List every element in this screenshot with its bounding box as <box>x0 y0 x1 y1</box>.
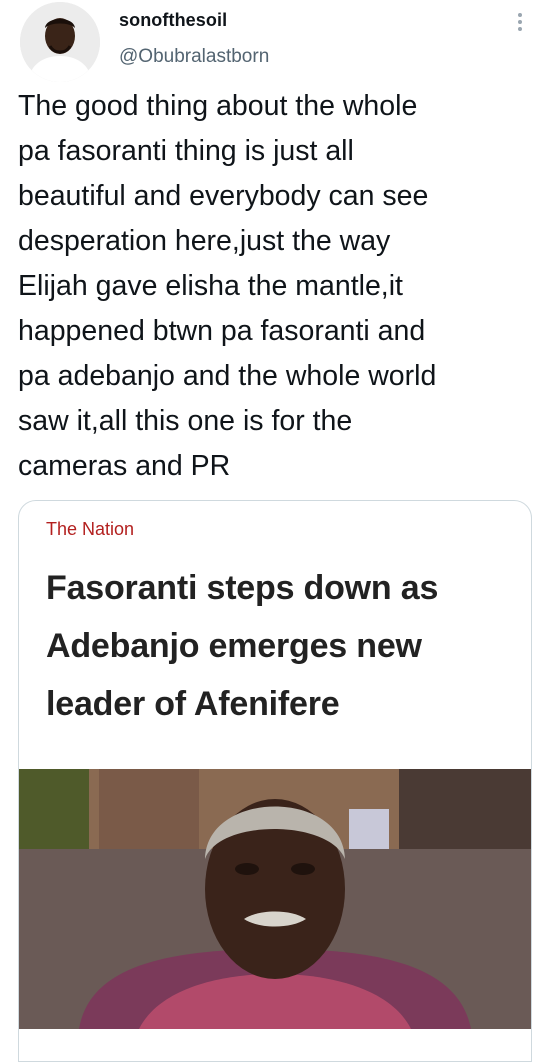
avatar-photo-icon <box>20 2 100 82</box>
user-avatar[interactable] <box>20 2 100 82</box>
card-source: The Nation <box>46 519 135 539</box>
card-headline: Fasoranti steps down as Adebanjo emerges… <box>46 569 439 723</box>
tweet-text: The good thing about the whole pa fasora… <box>18 90 437 482</box>
user-handle[interactable]: @Obubralastborn <box>119 46 269 68</box>
card-image <box>19 769 531 1029</box>
elderly-man-photo-icon <box>19 769 531 1029</box>
tweet: sonofthesoil @Obubralastborn The good th… <box>0 0 550 1062</box>
link-preview-card[interactable]: The Nation Fasoranti steps down as Adeba… <box>18 500 532 1062</box>
more-options-icon[interactable] <box>510 10 530 38</box>
display-name[interactable]: sonofthesoil <box>119 10 227 31</box>
